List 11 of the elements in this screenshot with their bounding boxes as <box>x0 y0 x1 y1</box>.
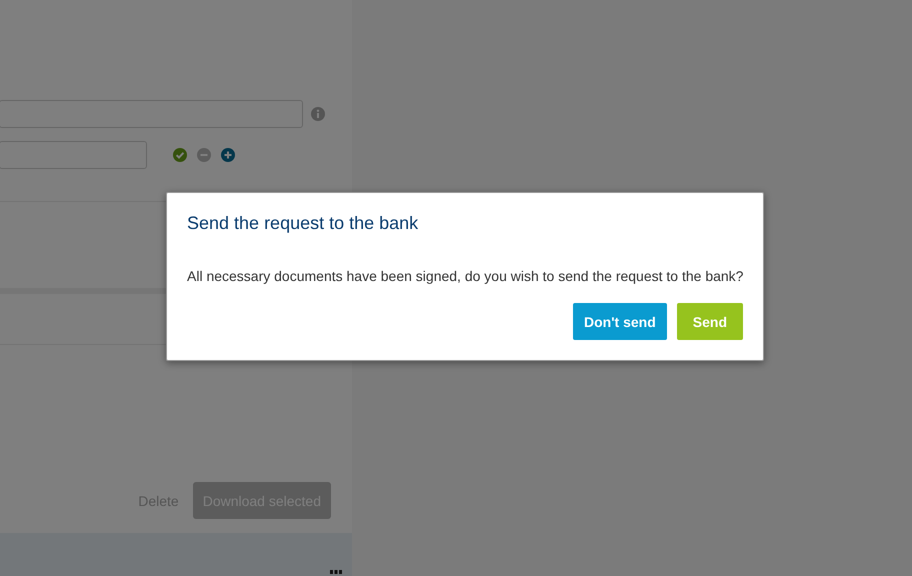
info-icon[interactable] <box>311 107 325 121</box>
check-icon[interactable] <box>173 148 187 162</box>
input-field[interactable] <box>0 100 303 128</box>
more-icon[interactable] <box>330 570 342 574</box>
dialog-message: All necessary documents have been signed, do you wish to send the request to the bank? <box>187 268 743 284</box>
send-button[interactable]: Send <box>676 303 743 340</box>
plus-icon[interactable] <box>221 148 235 162</box>
input-field[interactable] <box>0 141 147 169</box>
cancel-button[interactable]: Don't send <box>572 303 667 340</box>
dialog-title: Send the request to the bank <box>187 213 420 234</box>
minus-icon[interactable] <box>197 148 211 162</box>
